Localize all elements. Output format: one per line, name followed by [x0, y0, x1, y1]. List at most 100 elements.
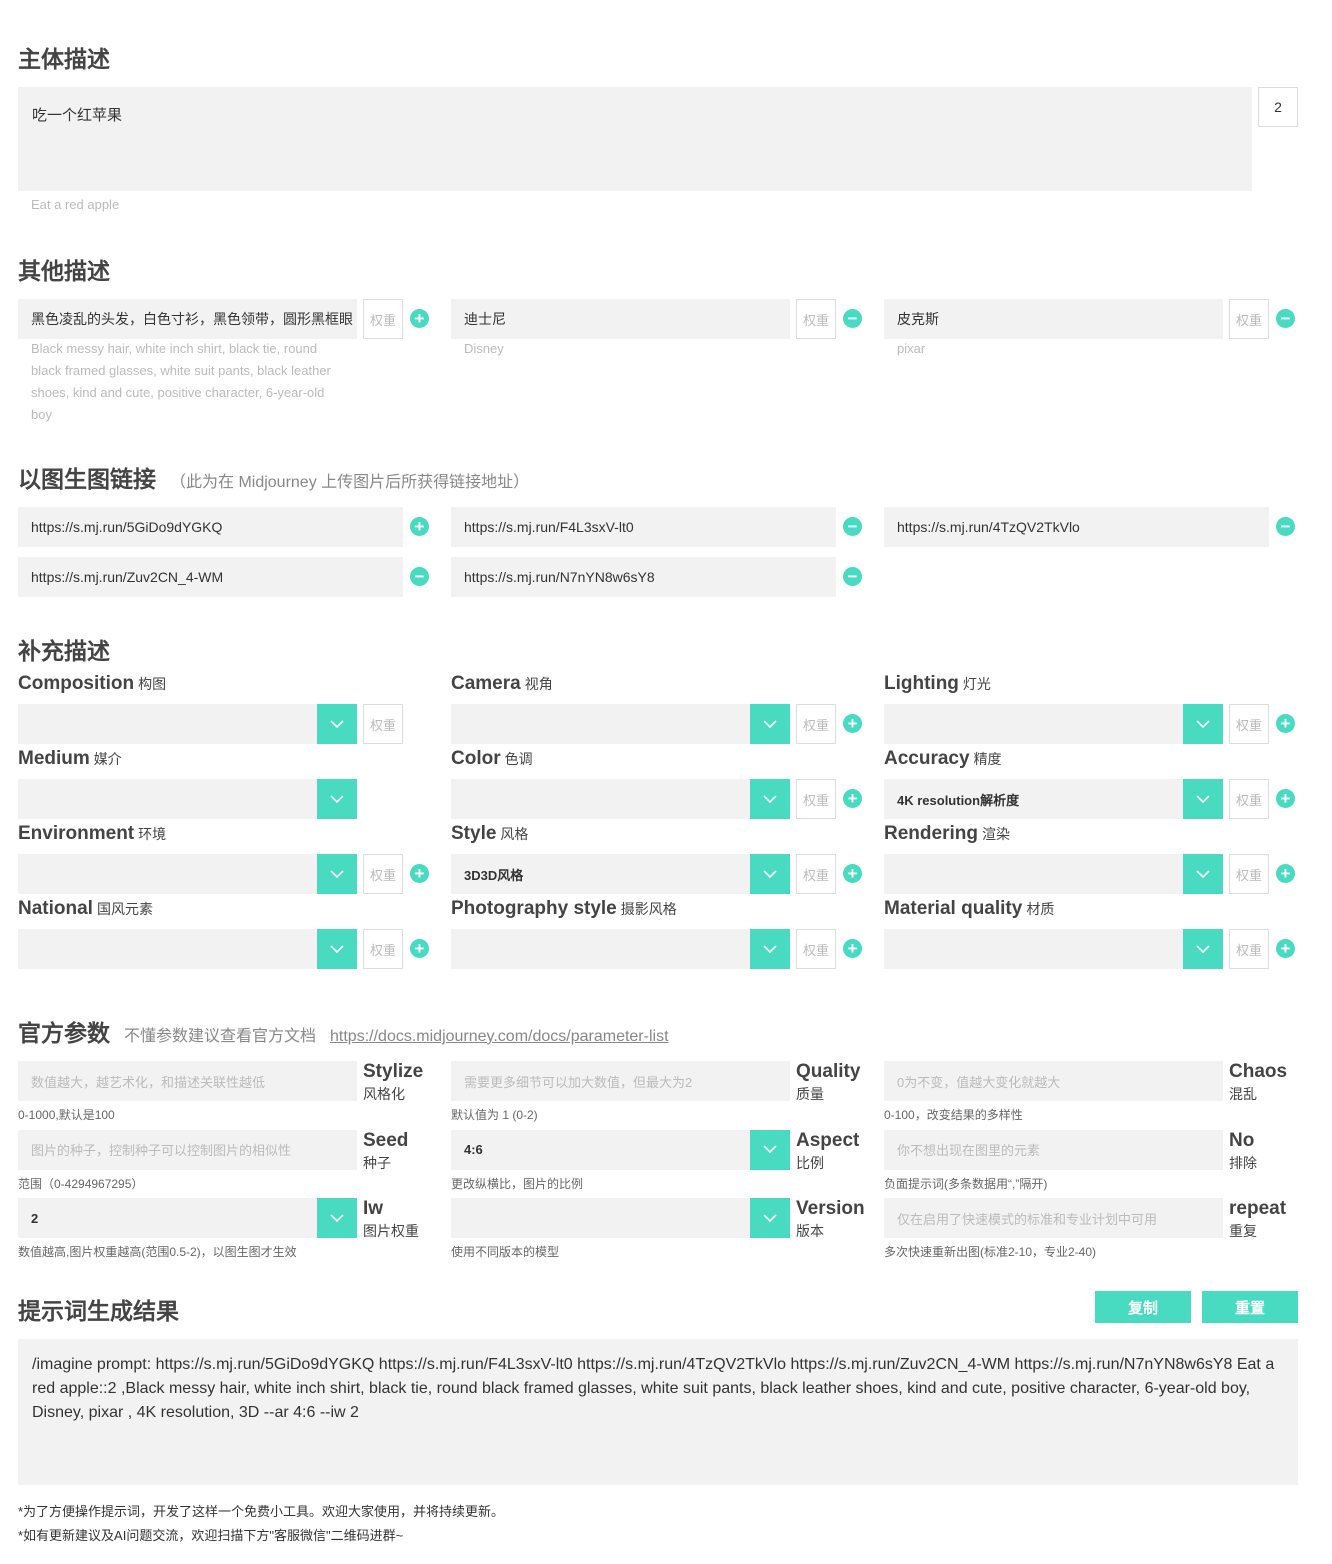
supp-label-en: Lighting: [884, 673, 959, 694]
supp-weight-input[interactable]: 权重: [796, 854, 836, 894]
supp-select[interactable]: [451, 704, 750, 744]
chevron-down-icon[interactable]: [750, 704, 790, 744]
param-input[interactable]: 2: [18, 1198, 317, 1238]
supp-weight-input[interactable]: 权重: [796, 929, 836, 969]
image-link-input[interactable]: https://s.mj.run/4TzQV2TkVlo: [884, 507, 1269, 547]
image-link-input[interactable]: https://s.mj.run/F4L3sxV-lt0: [451, 507, 836, 547]
supp-weight-input[interactable]: 权重: [796, 704, 836, 744]
supp-label: National 国风元素: [18, 898, 153, 920]
add-icon[interactable]: +: [410, 939, 429, 958]
supp-select[interactable]: [18, 704, 317, 744]
add-icon[interactable]: +: [843, 789, 862, 808]
supp-label-cn: 色调: [504, 751, 533, 767]
param-input[interactable]: [451, 1198, 750, 1238]
main-weight-input[interactable]: 2: [1258, 87, 1298, 127]
main-description-input[interactable]: 吃一个红苹果: [18, 87, 1252, 191]
remove-icon[interactable]: −: [843, 309, 862, 328]
supp-weight-input[interactable]: 权重: [363, 704, 403, 744]
other-description-input[interactable]: 皮克斯: [884, 299, 1223, 339]
param-input[interactable]: 数值越大，越艺术化，和描述关联性越低: [18, 1061, 357, 1101]
chevron-down-icon[interactable]: [317, 854, 357, 894]
supp-weight-input[interactable]: 权重: [363, 929, 403, 969]
chevron-down-icon[interactable]: [1183, 929, 1223, 969]
param-input[interactable]: 需要更多细节可以加大数值，但最大为2: [451, 1061, 790, 1101]
param-label-en: No: [1229, 1129, 1255, 1151]
param-input[interactable]: 4:6: [451, 1129, 750, 1170]
param-input[interactable]: 图片的种子，控制种子可以控制图片的相似性: [18, 1129, 357, 1170]
param-input[interactable]: 仅在启用了快速模式的标准和专业计划中可用: [884, 1198, 1223, 1238]
supp-select[interactable]: 3D3D风格: [451, 854, 750, 894]
supp-select[interactable]: [18, 929, 317, 969]
remove-icon[interactable]: −: [1276, 309, 1295, 328]
image-link-input[interactable]: https://s.mj.run/5GiDo9dYGKQ: [18, 507, 403, 547]
other-description-input[interactable]: 黑色凌乱的头发，白色寸衫，黑色领带，圆形黑框眼: [18, 299, 357, 339]
remove-icon[interactable]: −: [410, 567, 429, 586]
param-input[interactable]: 0为不变，值越大变化就越大: [884, 1061, 1223, 1101]
param-label-cn: 重复: [1229, 1223, 1257, 1239]
add-icon[interactable]: +: [410, 517, 429, 536]
chevron-down-icon[interactable]: [750, 1129, 790, 1170]
supp-select[interactable]: [451, 929, 750, 969]
add-icon[interactable]: +: [843, 939, 862, 958]
param-input[interactable]: 你不想出现在图里的元素: [884, 1129, 1223, 1170]
supp-label-cn: 构图: [138, 676, 167, 692]
supp-select[interactable]: [884, 929, 1183, 969]
add-icon[interactable]: +: [410, 864, 429, 883]
chevron-down-icon[interactable]: [317, 929, 357, 969]
chevron-down-icon[interactable]: [317, 779, 357, 819]
supp-label-en: Medium: [18, 748, 90, 769]
chevron-down-icon[interactable]: [1183, 854, 1223, 894]
copy-button[interactable]: 复制: [1095, 1291, 1191, 1323]
chevron-down-icon[interactable]: [317, 1198, 357, 1238]
add-icon[interactable]: +: [1276, 789, 1295, 808]
supp-weight-input[interactable]: 权重: [796, 779, 836, 819]
other-weight-input[interactable]: 权重: [1229, 299, 1269, 339]
add-icon[interactable]: +: [410, 309, 429, 328]
reset-button[interactable]: 重置: [1202, 1291, 1298, 1323]
other-weight-input[interactable]: 权重: [363, 299, 403, 339]
param-label-cn: 风格化: [363, 1086, 405, 1102]
chevron-down-icon[interactable]: [750, 929, 790, 969]
supp-weight-input[interactable]: 权重: [1229, 854, 1269, 894]
other-description-input[interactable]: 迪士尼: [451, 299, 790, 339]
supp-weight-input[interactable]: 权重: [1229, 929, 1269, 969]
supp-select[interactable]: [451, 779, 750, 819]
image-link-input[interactable]: https://s.mj.run/Zuv2CN_4-WM: [18, 557, 403, 597]
image-link-input[interactable]: https://s.mj.run/N7nYN8w6sY8: [451, 557, 836, 597]
chevron-down-icon[interactable]: [1183, 704, 1223, 744]
supp-select[interactable]: [18, 854, 317, 894]
chevron-down-icon[interactable]: [1183, 779, 1223, 819]
supp-select[interactable]: 4K resolution解析度: [884, 779, 1183, 819]
params-docs-link[interactable]: https://docs.midjourney.com/docs/paramet…: [330, 1028, 669, 1045]
chevron-down-icon[interactable]: [750, 779, 790, 819]
supp-weight-input[interactable]: 权重: [1229, 779, 1269, 819]
params-subtitle: 不懂参数建议查看官方文档: [124, 1028, 317, 1045]
chevron-down-icon[interactable]: [317, 704, 357, 744]
supp-label: Camera 视角: [451, 673, 553, 695]
result-textarea[interactable]: /imagine prompt: https://s.mj.run/5GiDo9…: [18, 1339, 1298, 1485]
supp-label-en: Photography style: [451, 898, 617, 919]
param-hint: 多次快速重新出图(标准2-10，专业2-40): [884, 1245, 1097, 1259]
remove-icon[interactable]: −: [1276, 517, 1295, 536]
supp-label-en: Color: [451, 748, 501, 769]
supp-label-en: Material quality: [884, 898, 1023, 919]
supp-select[interactable]: [18, 779, 317, 819]
supp-select[interactable]: [884, 704, 1183, 744]
supp-weight-input[interactable]: 权重: [1229, 704, 1269, 744]
main-translation: Eat a red apple: [31, 197, 120, 212]
add-icon[interactable]: +: [843, 864, 862, 883]
remove-icon[interactable]: −: [843, 567, 862, 586]
chevron-down-icon[interactable]: [750, 854, 790, 894]
supp-weight-input[interactable]: 权重: [363, 854, 403, 894]
add-icon[interactable]: +: [843, 714, 862, 733]
other-translation: Black messy hair, white inch shirt, blac…: [31, 341, 331, 422]
add-icon[interactable]: +: [1276, 939, 1295, 958]
supp-select[interactable]: [884, 854, 1183, 894]
chevron-down-icon[interactable]: [750, 1198, 790, 1238]
add-icon[interactable]: +: [1276, 714, 1295, 733]
supp-label: Color 色调: [451, 748, 533, 770]
footer-note-1: *为了方便操作提示词，开发了这样一个免费小工具。欢迎大家使用，并将持续更新。: [18, 1504, 505, 1519]
remove-icon[interactable]: −: [843, 517, 862, 536]
other-weight-input[interactable]: 权重: [796, 299, 836, 339]
add-icon[interactable]: +: [1276, 864, 1295, 883]
